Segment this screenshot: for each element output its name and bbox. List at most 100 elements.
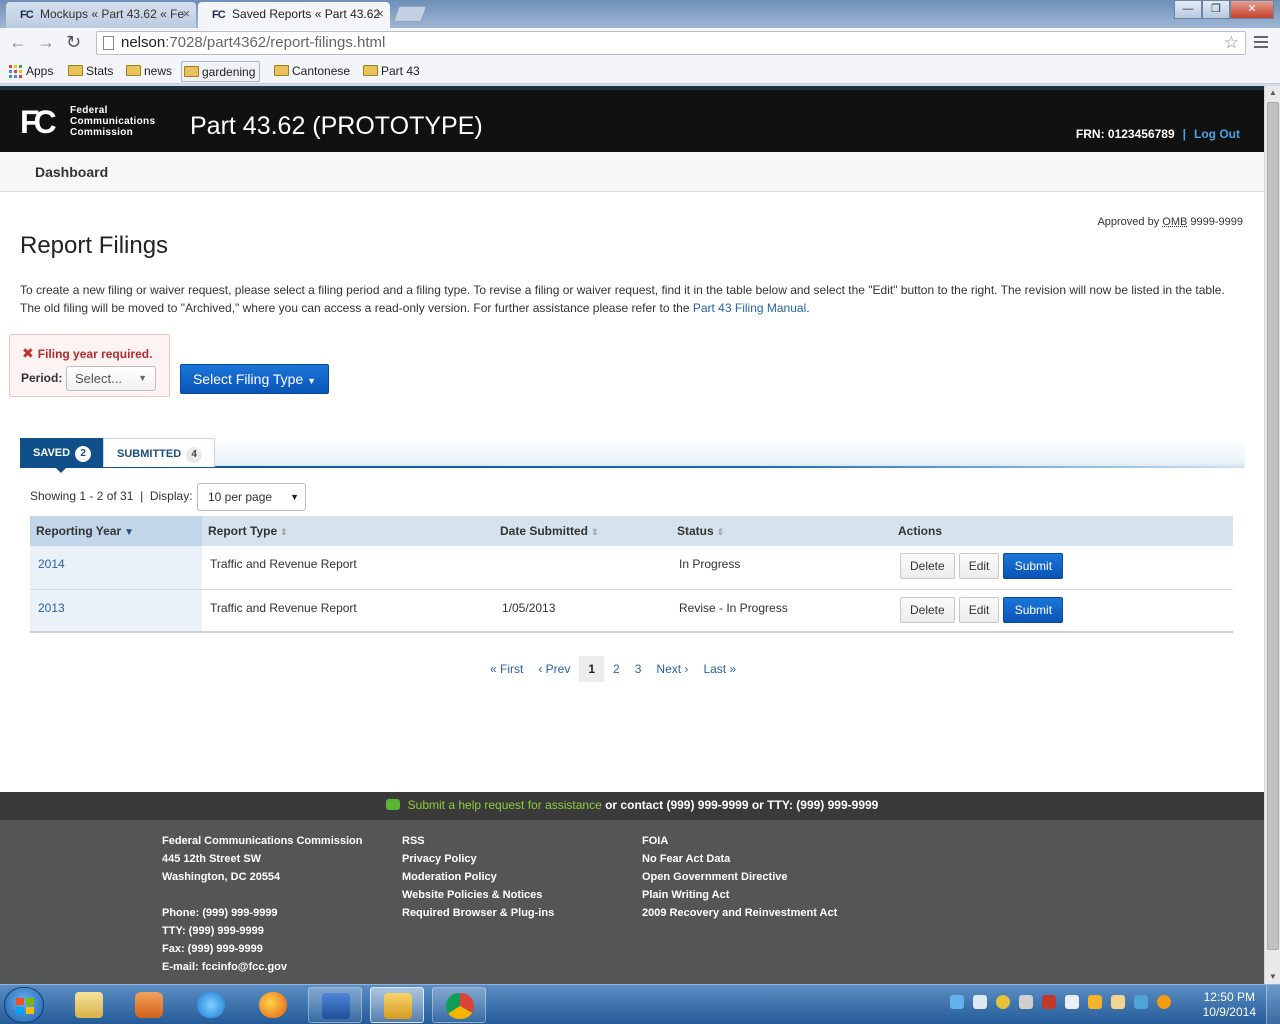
security-shield-icon[interactable] bbox=[1042, 995, 1056, 1009]
bookmark-label: Apps bbox=[26, 64, 54, 78]
col-reporting-year[interactable]: Reporting Year ▼ bbox=[30, 516, 202, 546]
footer-link[interactable]: RSS bbox=[402, 832, 554, 850]
folder-icon bbox=[184, 66, 199, 77]
cell-year: 2013 bbox=[30, 589, 202, 633]
browser-menu-icon[interactable] bbox=[1254, 36, 1268, 51]
edit-button[interactable]: Edit bbox=[958, 596, 1000, 623]
new-tab-button[interactable] bbox=[393, 6, 427, 22]
minimize-icon[interactable]: — bbox=[1174, 0, 1202, 19]
chat-bubble-icon bbox=[385, 799, 400, 810]
site-footer: Federal Communications Commission 445 12… bbox=[0, 820, 1264, 984]
bookmark-cantonese[interactable]: Cantonese bbox=[272, 61, 350, 82]
col-actions: Actions bbox=[892, 516, 1233, 546]
vmware-icon[interactable] bbox=[1019, 995, 1033, 1009]
nav-dashboard[interactable]: Dashboard bbox=[35, 164, 108, 180]
period-select-value: Select... bbox=[75, 371, 122, 386]
col-status[interactable]: Status ⇕ bbox=[671, 516, 892, 546]
footer-link[interactable]: 2009 Recovery and Reinvestment Act bbox=[642, 904, 837, 922]
explorer-icon[interactable] bbox=[62, 987, 116, 1023]
mail-icon[interactable] bbox=[1111, 995, 1125, 1009]
bookmark-part43[interactable]: Part 43 bbox=[361, 61, 420, 82]
logout-link[interactable]: Log Out bbox=[1194, 127, 1240, 141]
footer-link[interactable]: Plain Writing Act bbox=[642, 886, 837, 904]
forward-icon[interactable]: → bbox=[37, 33, 55, 51]
period-select[interactable]: Select... ▼ bbox=[66, 366, 156, 391]
bookmark-stats[interactable]: Stats bbox=[66, 61, 113, 82]
close-tab-icon[interactable]: × bbox=[376, 2, 384, 26]
bookmark-news[interactable]: news bbox=[124, 61, 172, 82]
scroll-down-icon[interactable]: ▼ bbox=[1265, 970, 1280, 984]
show-desktop-button[interactable] bbox=[1266, 985, 1280, 1024]
dropbox-icon[interactable] bbox=[950, 995, 964, 1009]
browser-tab-saved-reports[interactable]: FC Saved Reports « Part 43.62 × bbox=[198, 2, 390, 28]
fcc-logo[interactable]: FC Federal Communications Commission bbox=[20, 104, 160, 140]
page-number[interactable]: 2 bbox=[607, 656, 626, 682]
volume-icon[interactable] bbox=[973, 995, 987, 1009]
footer-link[interactable]: Required Browser & Plug-ins bbox=[402, 904, 554, 922]
chrome-icon[interactable] bbox=[432, 987, 486, 1023]
checkmark-icon[interactable] bbox=[1065, 995, 1079, 1009]
submit-button[interactable]: Submit bbox=[1003, 596, 1064, 623]
footer-link[interactable]: Website Policies & Notices bbox=[402, 886, 554, 904]
col-date-submitted[interactable]: Date Submitted ⇕ bbox=[494, 516, 671, 546]
bookmark-label: Cantonese bbox=[292, 64, 351, 78]
filing-manual-link[interactable]: Part 43 Filing Manual bbox=[693, 301, 806, 315]
tab-saved[interactable]: SAVED 2 bbox=[20, 438, 103, 473]
word-icon[interactable] bbox=[308, 987, 362, 1023]
scroll-up-icon[interactable]: ▲ bbox=[1265, 86, 1280, 100]
page-last[interactable]: Last » bbox=[697, 656, 742, 682]
start-button[interactable] bbox=[4, 987, 44, 1023]
connection-icon[interactable] bbox=[1134, 995, 1148, 1009]
page-next[interactable]: Next › bbox=[650, 656, 694, 682]
address-bar[interactable]: nelson:7028/part4362/report-filings.html… bbox=[96, 31, 1246, 55]
firefox-icon[interactable] bbox=[246, 987, 300, 1023]
url-path: :7028/part4362/report-filings.html bbox=[165, 34, 386, 51]
bookmark-gardening[interactable]: gardening bbox=[181, 61, 261, 82]
select-filing-type-button[interactable]: Select Filing Type ▼ bbox=[180, 364, 329, 394]
scrollbar-thumb[interactable] bbox=[1267, 102, 1279, 950]
footer-spacer bbox=[162, 886, 362, 904]
column-label: Reporting Year bbox=[36, 524, 122, 538]
restore-icon[interactable]: ❐ bbox=[1202, 0, 1230, 19]
help-contact-text: or contact (999) 999-9999 or TTY: (999) … bbox=[601, 798, 879, 812]
internet-explorer-icon[interactable] bbox=[184, 987, 238, 1023]
reload-icon[interactable]: ↻ bbox=[66, 33, 81, 51]
outlook-icon[interactable] bbox=[370, 987, 424, 1023]
help-request-link[interactable]: Submit a help request for assistance bbox=[408, 798, 602, 812]
footer-link[interactable]: Open Government Directive bbox=[642, 868, 837, 886]
delete-button[interactable]: Delete bbox=[900, 596, 955, 623]
col-report-type[interactable]: Report Type ⇕ bbox=[202, 516, 494, 546]
delete-button[interactable]: Delete bbox=[900, 553, 955, 579]
media-player-icon[interactable] bbox=[122, 987, 176, 1023]
footer-link[interactable]: No Fear Act Data bbox=[642, 850, 837, 868]
bookmark-apps[interactable]: Apps bbox=[6, 61, 53, 82]
per-page-select[interactable]: 10 per page ▼ bbox=[197, 483, 306, 511]
vertical-scrollbar[interactable]: ▲ ▼ bbox=[1264, 86, 1280, 984]
error-text: Filing year required. bbox=[37, 347, 153, 361]
system-clock[interactable]: 12:50 PM 10/9/2014 bbox=[1203, 990, 1256, 1020]
update-icon[interactable] bbox=[1157, 995, 1171, 1009]
tab-strip: FC Mockups « Part 43.62 « Fe × FC Saved … bbox=[0, 0, 1280, 28]
page-first[interactable]: « First bbox=[484, 656, 529, 682]
fcc-favicon-icon: FC bbox=[20, 9, 34, 21]
footer-link[interactable]: Privacy Policy bbox=[402, 850, 554, 868]
footer-text: Phone: (999) 999-9999 bbox=[162, 907, 278, 919]
year-link[interactable]: 2013 bbox=[38, 601, 65, 615]
back-icon[interactable]: ← bbox=[9, 33, 27, 51]
tab-submitted[interactable]: SUBMITTED 4 bbox=[103, 438, 215, 467]
page-number-current[interactable]: 1 bbox=[579, 656, 605, 682]
page-prev[interactable]: ‹ Prev bbox=[532, 656, 576, 682]
outlook-tray-icon[interactable] bbox=[1088, 995, 1102, 1009]
browser-tab-mockups[interactable]: FC Mockups « Part 43.62 « Fe × bbox=[6, 2, 196, 28]
footer-link[interactable]: FOIA bbox=[642, 832, 837, 850]
close-window-icon[interactable]: ✕ bbox=[1230, 0, 1274, 19]
submit-button[interactable]: Submit bbox=[1003, 553, 1064, 579]
footer-link[interactable]: Moderation Policy bbox=[402, 868, 554, 886]
edit-button[interactable]: Edit bbox=[958, 553, 1000, 579]
year-link[interactable]: 2014 bbox=[38, 557, 65, 571]
close-tab-icon[interactable]: × bbox=[182, 2, 190, 26]
network-icon[interactable] bbox=[996, 995, 1010, 1009]
window-controls: — ❐ ✕ bbox=[1174, 0, 1274, 19]
bookmark-star-icon[interactable]: ☆ bbox=[1224, 32, 1239, 54]
page-number[interactable]: 3 bbox=[629, 656, 648, 682]
